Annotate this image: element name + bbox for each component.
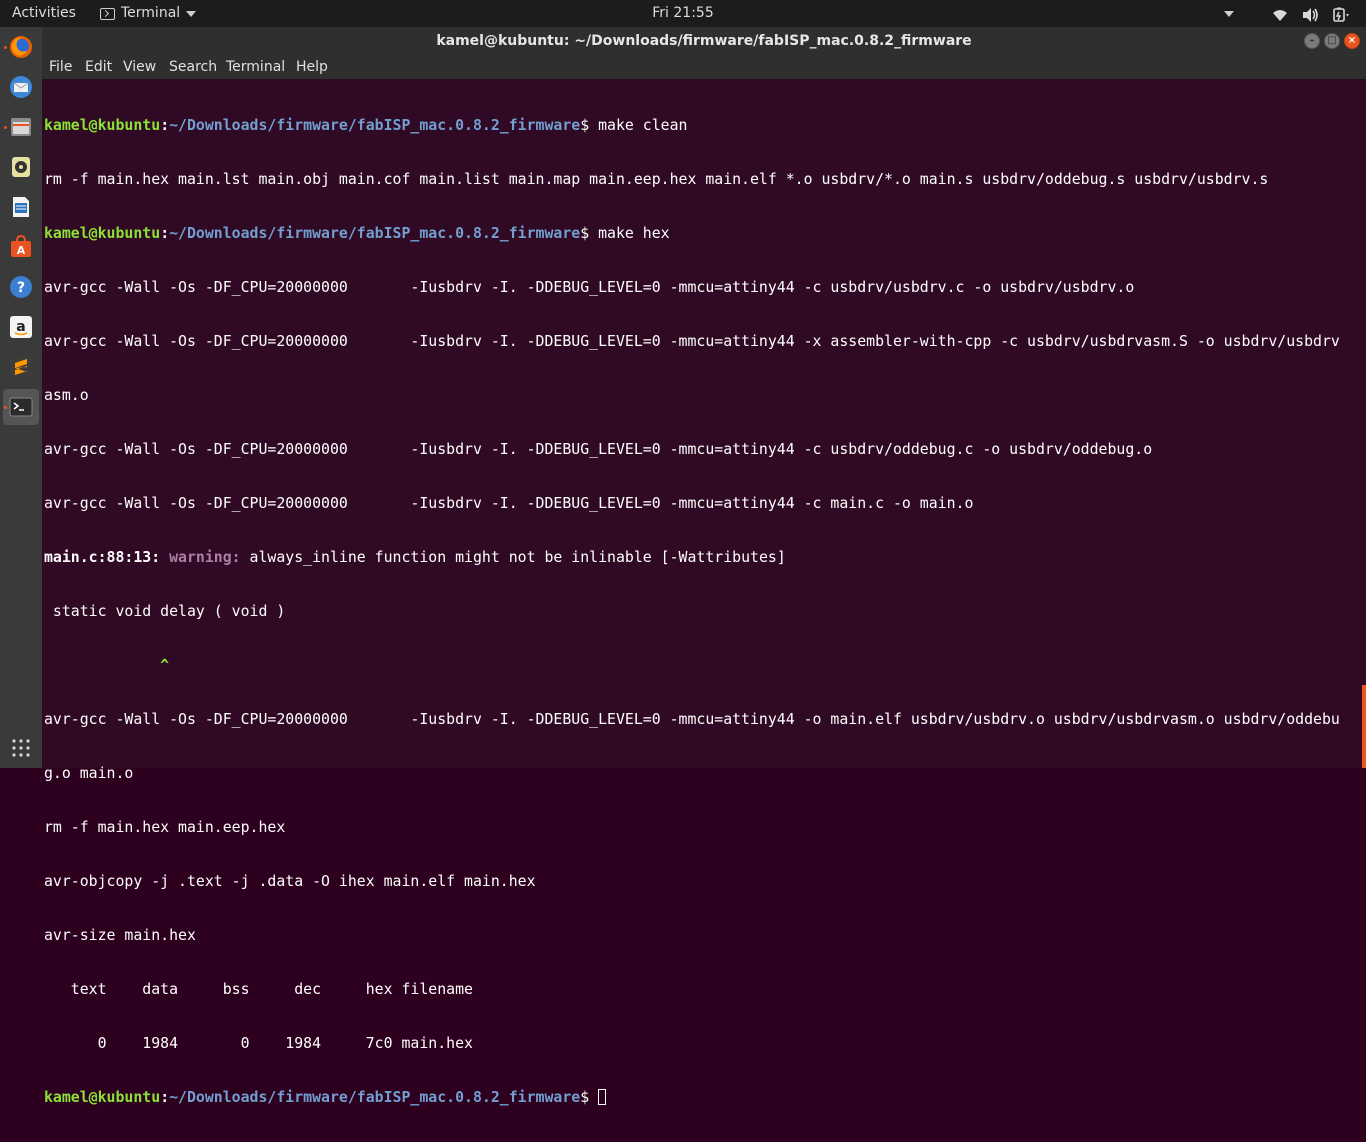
dock-amazon[interactable]: a xyxy=(3,309,39,345)
dock-rhythmbox[interactable] xyxy=(3,149,39,185)
terminal-output: kamel@kubuntu:~/Downloads/firmware/fabIS… xyxy=(44,80,1340,1142)
maximize-button[interactable]: □ xyxy=(1324,33,1340,49)
system-tray[interactable] xyxy=(1224,0,1349,27)
menu-help[interactable]: Help xyxy=(296,55,328,79)
terminal-app-icon xyxy=(100,7,115,20)
prompt-path: ~/Downloads/firmware/fabISP_mac.0.8.2_fi… xyxy=(169,116,581,134)
wifi-icon[interactable] xyxy=(1272,6,1288,22)
scrollbar[interactable] xyxy=(1362,685,1366,768)
amazon-icon: a xyxy=(9,315,33,339)
activities-button[interactable]: Activities xyxy=(12,0,76,27)
close-icon: × xyxy=(1347,35,1357,46)
output-line: asm.o xyxy=(44,386,89,404)
dock-software-center[interactable]: A xyxy=(3,229,39,265)
svg-text:?: ? xyxy=(17,280,25,296)
warning-location: main.c:88:13: xyxy=(44,548,161,566)
app-menu-button[interactable]: Terminal xyxy=(100,0,197,27)
files-icon xyxy=(9,115,33,139)
menu-view[interactable]: View xyxy=(123,55,156,79)
output-line: avr-gcc -Wall -Os -DF_CPU=20000000 -Iusb… xyxy=(44,440,1153,458)
prompt-path: ~/Downloads/firmware/fabISP_mac.0.8.2_fi… xyxy=(169,224,581,242)
menu-edit[interactable]: Edit xyxy=(85,55,112,79)
power-icon[interactable] xyxy=(1332,6,1349,22)
dock-files[interactable] xyxy=(3,109,39,145)
command-text: make hex xyxy=(598,224,670,242)
chevron-down-icon[interactable] xyxy=(1224,10,1234,17)
warning-label: warning: xyxy=(169,548,241,566)
dock-thunderbird[interactable] xyxy=(3,69,39,105)
menu-file[interactable]: File xyxy=(49,55,72,79)
prompt-user: kamel@kubuntu xyxy=(44,224,161,242)
sublime-text-icon xyxy=(9,355,33,379)
prompt-user: kamel@kubuntu xyxy=(44,1088,161,1106)
prompt-user: kamel@kubuntu xyxy=(44,116,161,134)
prompt-line: kamel@kubuntu:~/Downloads/firmware/fabIS… xyxy=(44,224,1340,242)
help-icon: ? xyxy=(9,275,33,299)
minimize-icon: – xyxy=(1309,35,1315,46)
output-line: avr-gcc -Wall -Os -DF_CPU=20000000 -Iusb… xyxy=(44,710,1340,728)
dock-libreoffice-writer[interactable] xyxy=(3,189,39,225)
prompt-line: kamel@kubuntu:~/Downloads/firmware/fabIS… xyxy=(44,116,1340,134)
prompt-suffix: $ xyxy=(580,1088,599,1106)
output-line: static void delay ( void ) xyxy=(44,602,286,620)
window-titlebar[interactable]: kamel@kubuntu: ~/Downloads/firmware/fabI… xyxy=(42,27,1366,55)
dock-firefox[interactable] xyxy=(3,29,39,65)
text-cursor[interactable] xyxy=(598,1089,607,1105)
prompt-separator: : xyxy=(160,116,170,134)
top-panel: Activities Terminal Fri 21:55 xyxy=(0,0,1366,27)
window-title: kamel@kubuntu: ~/Downloads/firmware/fabI… xyxy=(436,33,972,49)
libreoffice-writer-icon xyxy=(9,195,33,219)
app-menu-label: Terminal xyxy=(121,5,181,21)
prompt-separator: : xyxy=(160,224,170,242)
clock[interactable]: Fri 21:55 xyxy=(652,5,713,21)
show-applications-button[interactable] xyxy=(3,730,39,766)
volume-icon[interactable] xyxy=(1302,6,1318,22)
command-text: make clean xyxy=(598,116,688,134)
warning-message: always_inline function might not be inli… xyxy=(240,548,786,566)
rhythmbox-icon xyxy=(9,155,33,179)
terminal-area[interactable]: kamel@kubuntu:~/Downloads/firmware/fabIS… xyxy=(42,79,1366,1106)
show-applications-icon xyxy=(9,736,33,760)
terminal-icon xyxy=(9,395,33,419)
size-table-header: text data bss dec hex filename xyxy=(44,980,473,998)
maximize-icon: □ xyxy=(1327,35,1337,46)
software-center-icon: A xyxy=(9,234,33,259)
output-line: g.o main.o xyxy=(44,764,134,782)
output-line: avr-size main.hex xyxy=(44,926,196,944)
thunderbird-icon xyxy=(9,75,33,99)
size-table-row: 0 1984 0 1984 7c0 main.hex xyxy=(44,1034,473,1052)
minimize-button[interactable]: – xyxy=(1304,33,1320,49)
dock-terminal[interactable] xyxy=(3,389,39,425)
dock-sublime-text[interactable] xyxy=(3,349,39,385)
warning-line: main.c:88:13: warning: always_inline fun… xyxy=(44,548,1340,566)
dock-help[interactable]: ? xyxy=(3,269,39,305)
chevron-down-icon xyxy=(186,10,197,17)
prompt-separator: : xyxy=(160,1088,170,1106)
prompt-path: ~/Downloads/firmware/fabISP_mac.0.8.2_fi… xyxy=(169,1088,581,1106)
close-button[interactable]: × xyxy=(1344,33,1360,49)
output-line: rm -f main.hex main.eep.hex xyxy=(44,818,286,836)
prompt-line: kamel@kubuntu:~/Downloads/firmware/fabIS… xyxy=(44,1088,1340,1106)
menubar: File Edit View Search Terminal Help xyxy=(42,55,1366,79)
svg-text:a: a xyxy=(16,319,25,335)
output-line: avr-gcc -Wall -Os -DF_CPU=20000000 -Iusb… xyxy=(44,278,1135,296)
menu-terminal[interactable]: Terminal xyxy=(226,55,285,79)
dock: A ? a xyxy=(0,27,43,768)
prompt-suffix: $ xyxy=(580,224,599,242)
svg-text:A: A xyxy=(17,244,26,257)
output-line: avr-gcc -Wall -Os -DF_CPU=20000000 -Iusb… xyxy=(44,494,974,512)
prompt-suffix: $ xyxy=(580,116,599,134)
warning-caret: ^ xyxy=(44,656,170,674)
output-line: avr-gcc -Wall -Os -DF_CPU=20000000 -Iusb… xyxy=(44,332,1340,350)
output-line: avr-objcopy -j .text -j .data -O ihex ma… xyxy=(44,872,536,890)
firefox-icon xyxy=(9,35,33,59)
output-line: rm -f main.hex main.lst main.obj main.co… xyxy=(44,170,1269,188)
menu-search[interactable]: Search xyxy=(169,55,217,79)
